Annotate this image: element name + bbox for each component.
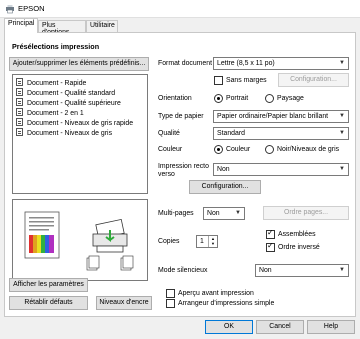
reverse-order-label: Ordre inversé [278,244,320,251]
document-icon [16,128,23,136]
document-icon [16,78,23,86]
quiet-mode-label: Mode silencieux [158,267,208,274]
chevron-down-icon: ▼ [339,130,345,136]
document-icon [16,98,23,106]
landscape-label: Paysage [277,95,304,102]
duplex-configuration-button[interactable]: Configuration... [189,180,261,194]
show-settings-button[interactable]: Afficher les paramètres [9,278,88,292]
grayscale-option-label: Noir/Niveaux de gris [277,146,340,153]
multipage-select[interactable]: Non ▼ [203,207,245,220]
list-item[interactable]: Document - Niveaux de gris rapide [16,118,133,127]
ink-levels-button[interactable]: Niveaux d'encre [96,296,152,310]
chevron-down-icon: ▼ [339,60,345,66]
paper-size-label: Format document [158,60,212,67]
paper-type-select[interactable]: Papier ordinaire/Papier blanc brillant ▼ [213,110,349,123]
color-option-label: Couleur [226,146,251,153]
cancel-button[interactable]: Cancel [256,320,304,334]
chevron-down-icon: ▼ [339,166,345,172]
portrait-radio[interactable] [214,94,223,103]
quality-select[interactable]: Standard ▼ [213,127,349,140]
preview-illustration [24,211,134,271]
portrait-label: Portrait [226,95,249,102]
collate-label: Assemblées [278,231,316,238]
color-label: Couleur [158,146,183,153]
page-order-button[interactable]: Ordre pages... [263,206,349,220]
tab-more-options[interactable]: Plus d'options [38,20,86,36]
borderless-checkbox[interactable] [214,76,223,85]
printer-app-icon [6,5,14,14]
presets-heading: Présélections impression [12,42,100,51]
duplex-label: Impression recto verso [158,163,209,178]
duplex-select[interactable]: Non ▼ [213,163,349,176]
title-bar: EPSON [0,0,360,18]
tab-principal[interactable]: Principal [4,18,38,33]
tab-utility[interactable]: Utilitaire [86,20,118,32]
spin-arrows-icon[interactable]: ▲ ▼ [208,236,217,247]
multipage-label: Multi-pages [158,210,194,217]
print-preview-label: Aperçu avant impression [178,290,254,297]
grayscale-radio[interactable] [265,145,274,154]
copies-label: Copies [158,238,180,245]
print-preview [12,199,148,281]
help-button[interactable]: Help [307,320,355,334]
list-item[interactable]: Document - Niveaux de gris [16,128,112,137]
borderless-label: Sans marges [226,77,267,84]
print-preview-checkbox[interactable] [166,289,175,298]
window-title: EPSON [18,4,45,13]
landscape-radio[interactable] [265,94,274,103]
list-item[interactable]: Document - Qualité standard [16,88,115,97]
chevron-down-icon: ▼ [339,113,345,119]
add-remove-presets-button[interactable]: Ajouter/supprimer les éléments prédéfini… [9,57,149,71]
chevron-down-icon: ▼ [339,267,345,273]
color-radio[interactable] [214,145,223,154]
borderless-configuration-button[interactable]: Configuration... [278,73,349,87]
restore-defaults-button[interactable]: Rétablir défauts [9,296,88,310]
paper-type-label: Type de papier [158,113,204,120]
list-item[interactable]: Document - Qualité supérieure [16,98,121,107]
quality-label: Qualité [158,130,180,137]
chevron-down-icon: ▼ [235,210,241,216]
copies-stepper[interactable]: 1 ▲ ▼ [196,235,218,248]
presets-list[interactable]: Document - Rapide Document - Qualité sta… [12,74,148,194]
collate-checkbox[interactable] [266,228,275,239]
paper-stack-icon [86,255,134,271]
ok-button[interactable]: OK [205,320,253,334]
document-icon [16,88,23,96]
reverse-order-checkbox[interactable] [266,241,275,252]
paper-size-select[interactable]: Lettre (8,5 x 11 po) ▼ [213,57,349,70]
printer-icon [92,218,128,253]
orientation-label: Orientation [158,95,192,102]
document-icon [16,118,23,126]
simple-arranger-checkbox[interactable] [166,299,175,308]
list-item[interactable]: Document - Rapide [16,78,86,87]
simple-arranger-label: Arrangeur d'impressions simple [178,300,275,307]
list-item[interactable]: Document - 2 en 1 [16,108,84,117]
document-icon [16,108,23,116]
quiet-mode-select[interactable]: Non ▼ [255,264,349,277]
